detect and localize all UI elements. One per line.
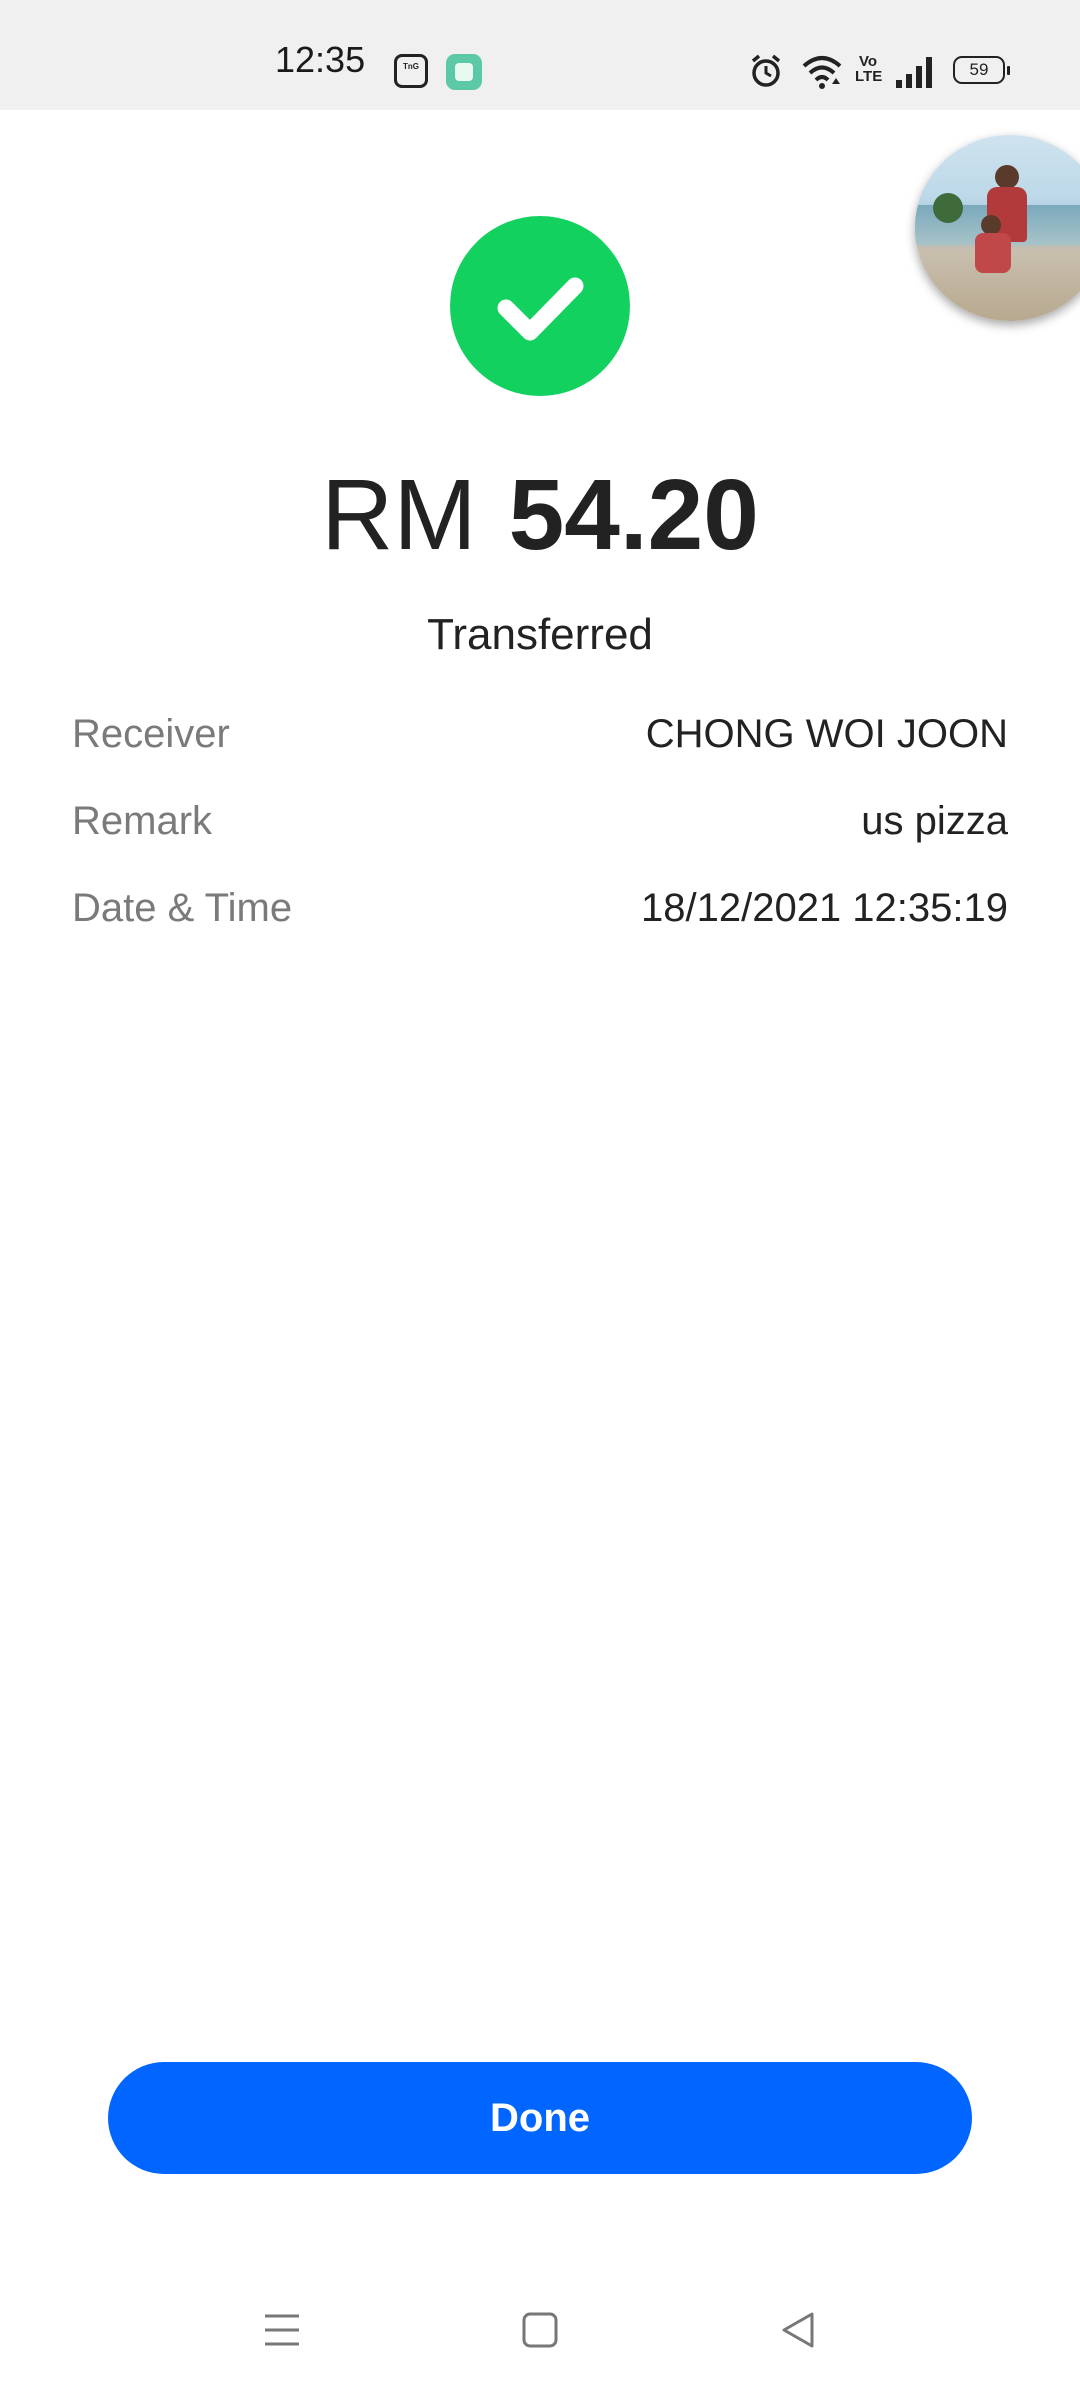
avatar-photo-tree (933, 193, 963, 223)
detail-label: Remark (72, 799, 213, 843)
avatar-photo-child-body (975, 233, 1011, 273)
signal-icon (896, 57, 932, 88)
detail-row-date-time: Date & Time 18/12/2021 12:35:19 (72, 886, 1008, 973)
detail-value: CHONG WOI JOON (645, 712, 1008, 756)
wifi-icon (802, 56, 842, 89)
avatar-photo-child-head (981, 215, 1001, 235)
system-nav-bar (0, 2290, 1080, 2380)
detail-value: us pizza (861, 799, 1008, 843)
touchngo-icon: TnG (394, 54, 428, 88)
detail-row-remark: Remark us pizza (72, 799, 1008, 886)
volte-icon: Vo LTE (855, 53, 883, 85)
currency-label: RM (321, 459, 477, 571)
success-check-icon (450, 216, 630, 396)
avatar-photo-person-head (995, 165, 1019, 189)
app-icon (446, 54, 482, 90)
home-icon[interactable] (520, 2310, 560, 2350)
alarm-icon (751, 54, 781, 87)
detail-label: Date & Time (72, 886, 293, 930)
amount-value: 54.20 (508, 459, 759, 571)
transfer-status: Transferred (427, 610, 653, 659)
detail-label: Receiver (72, 712, 230, 756)
battery-icon: 59 (953, 56, 1010, 84)
floating-avatar-bubble[interactable] (915, 135, 1080, 321)
transfer-amount: RM 54.20 (0, 460, 1080, 570)
status-bar: 12:35 TnG Vo LTE 59 (0, 0, 1080, 110)
done-button[interactable]: Done (108, 2062, 972, 2174)
detail-value: 18/12/2021 12:35:19 (640, 886, 1008, 930)
menu-icon[interactable] (262, 2310, 302, 2350)
detail-row-receiver: Receiver CHONG WOI JOON (72, 712, 1008, 799)
back-icon[interactable] (778, 2310, 818, 2350)
status-time: 12:35 (275, 39, 366, 80)
transaction-details: Receiver CHONG WOI JOON Remark us pizza … (72, 712, 1008, 973)
